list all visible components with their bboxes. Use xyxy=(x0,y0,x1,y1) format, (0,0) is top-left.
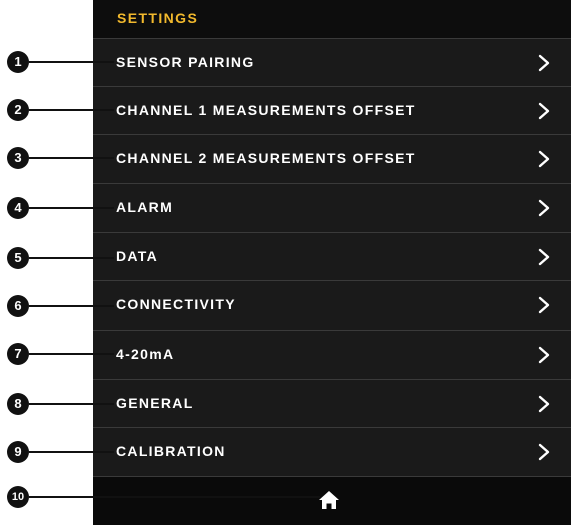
menu-item-4-20ma[interactable]: 4-20mA xyxy=(93,330,571,378)
menu-item-label: CHANNEL 2 MEASUREMENTS OFFSET xyxy=(116,150,416,166)
menu-item-general[interactable]: GENERAL xyxy=(93,379,571,427)
callout-leader xyxy=(29,157,114,159)
callout-leader xyxy=(29,207,114,209)
callout-marker: 4 xyxy=(7,197,29,219)
menu-item-sensor-pairing[interactable]: SENSOR PAIRING xyxy=(93,38,571,86)
callout-leader xyxy=(29,451,114,453)
menu-item-label: ALARM xyxy=(116,199,174,215)
chevron-right-icon xyxy=(538,395,550,413)
chevron-right-icon xyxy=(538,199,550,217)
settings-header: SETTINGS xyxy=(93,0,571,38)
menu-item-label: SENSOR PAIRING xyxy=(116,54,255,70)
callout-leader xyxy=(29,353,114,355)
menu-item-label: CALIBRATION xyxy=(116,443,226,459)
chevron-right-icon xyxy=(538,443,550,461)
callout-leader xyxy=(29,257,114,259)
chevron-right-icon xyxy=(538,54,550,72)
menu-item-alarm[interactable]: ALARM xyxy=(93,183,571,231)
chevron-right-icon xyxy=(538,346,550,364)
menu-item-label: GENERAL xyxy=(116,395,194,411)
callout-leader xyxy=(29,109,114,111)
callout-leader xyxy=(29,305,114,307)
menu-item-label: CONNECTIVITY xyxy=(116,296,236,312)
callout-marker: 10 xyxy=(7,486,29,508)
menu-item-data[interactable]: DATA xyxy=(93,232,571,280)
callout-marker: 3 xyxy=(7,147,29,169)
footer-bar xyxy=(93,476,571,525)
page-title: SETTINGS xyxy=(117,10,199,26)
callout-marker: 1 xyxy=(7,51,29,73)
menu-item-label: 4-20mA xyxy=(116,346,175,362)
callout-marker: 9 xyxy=(7,441,29,463)
menu-item-channel-1-offset[interactable]: CHANNEL 1 MEASUREMENTS OFFSET xyxy=(93,86,571,134)
home-icon[interactable] xyxy=(318,489,340,511)
callout-leader xyxy=(29,61,114,63)
chevron-right-icon xyxy=(538,102,550,120)
callout-marker: 8 xyxy=(7,393,29,415)
chevron-right-icon xyxy=(538,296,550,314)
menu-item-connectivity[interactable]: CONNECTIVITY xyxy=(93,280,571,328)
chevron-right-icon xyxy=(538,150,550,168)
callout-marker: 2 xyxy=(7,99,29,121)
callout-leader xyxy=(29,496,320,498)
menu-item-channel-2-offset[interactable]: CHANNEL 2 MEASUREMENTS OFFSET xyxy=(93,134,571,182)
callout-marker: 6 xyxy=(7,295,29,317)
callout-leader xyxy=(29,403,114,405)
menu-item-label: CHANNEL 1 MEASUREMENTS OFFSET xyxy=(116,102,416,118)
callout-marker: 5 xyxy=(7,247,29,269)
callout-marker: 7 xyxy=(7,343,29,365)
chevron-right-icon xyxy=(538,248,550,266)
menu-item-calibration[interactable]: CALIBRATION xyxy=(93,427,571,475)
menu-item-label: DATA xyxy=(116,248,159,264)
